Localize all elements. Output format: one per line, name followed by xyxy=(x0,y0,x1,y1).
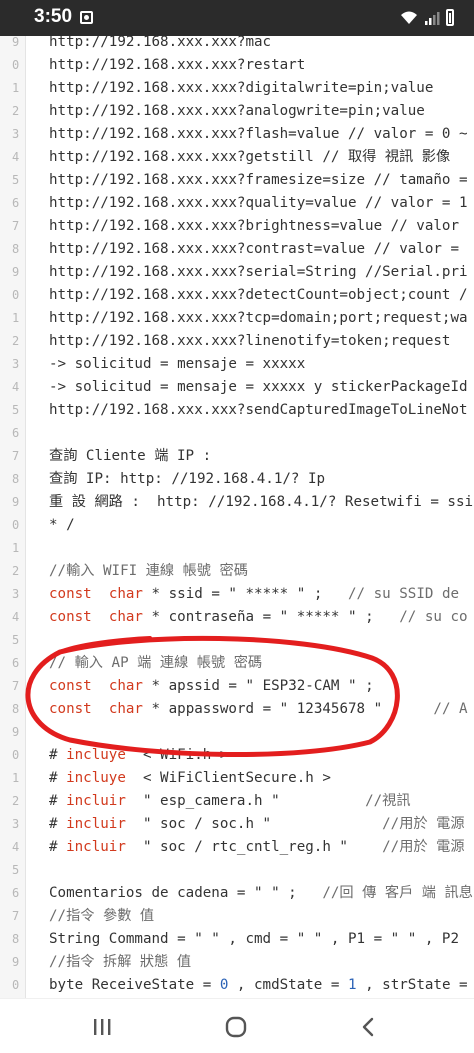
recent-apps-icon xyxy=(94,1018,111,1035)
status-bar: 3:50 xyxy=(0,0,474,36)
app-notification-icon xyxy=(80,11,93,24)
status-icons xyxy=(400,9,454,26)
back-button[interactable] xyxy=(328,999,408,1053)
back-icon xyxy=(362,1017,374,1036)
red-annotation-circle xyxy=(25,635,400,757)
android-nav-bar xyxy=(0,998,474,1053)
signal-icon xyxy=(425,11,440,25)
status-time: 3:50 xyxy=(34,6,73,27)
recent-apps-button[interactable] xyxy=(62,999,142,1053)
code-viewer[interactable]: 9 http://192.168.xxx.xxx?mac 0 http://192.1… xyxy=(0,36,474,998)
home-button[interactable] xyxy=(196,999,276,1053)
wifi-icon xyxy=(401,11,417,24)
battery-icon xyxy=(446,9,454,26)
home-icon xyxy=(225,1016,247,1037)
